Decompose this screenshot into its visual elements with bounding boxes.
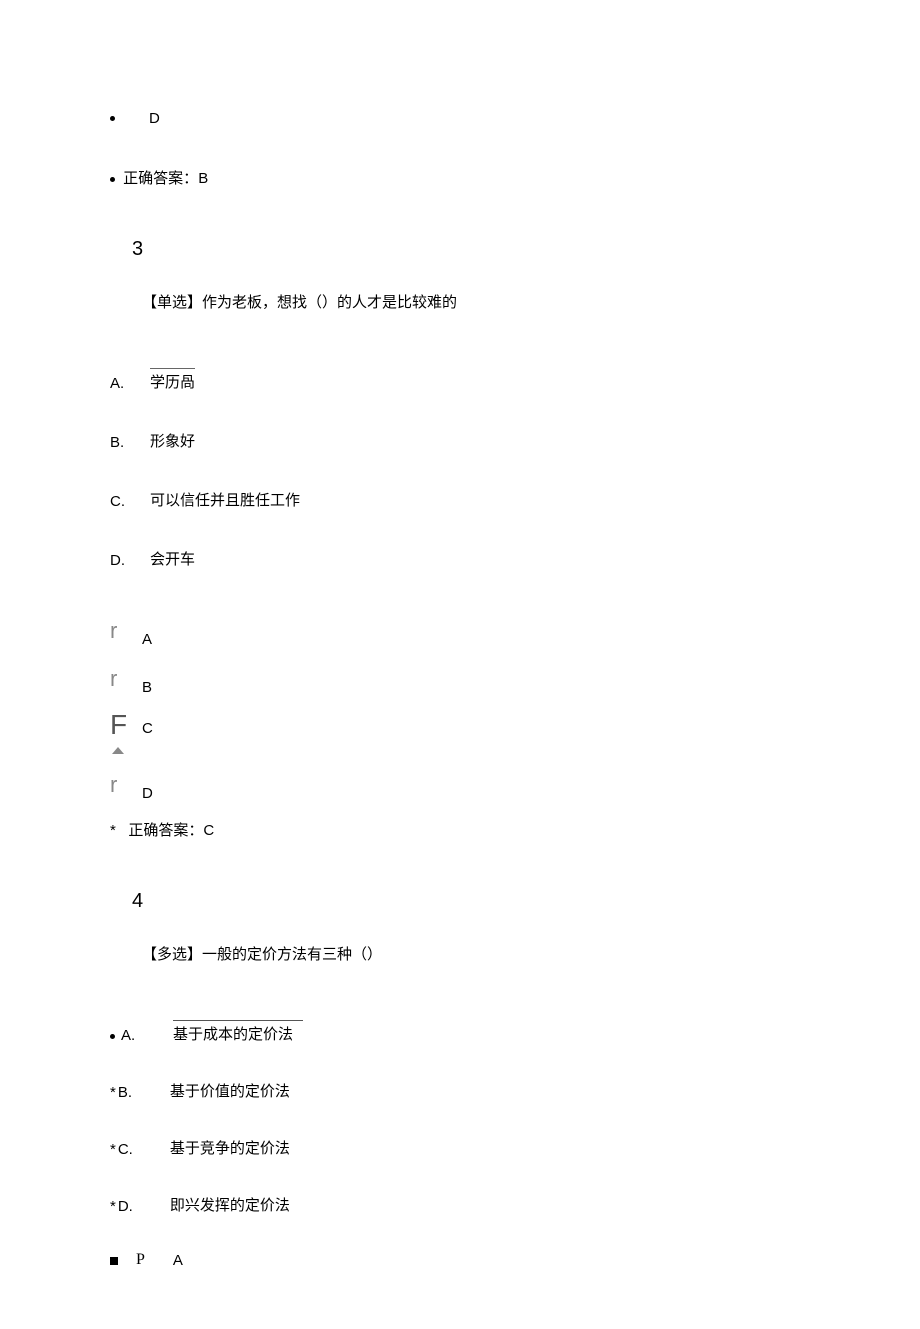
q4-option-c-text: 基于竞争的定价法 bbox=[170, 1137, 290, 1158]
q3-radio-a-row: r A bbox=[110, 607, 820, 655]
q3-answer-prefix: 正确答案： bbox=[128, 822, 203, 839]
q4-option-c-letter: C. bbox=[118, 1141, 170, 1158]
q3-option-a-letter: A. bbox=[110, 375, 150, 392]
q3-radio-group: r A r B F C r D bbox=[110, 607, 820, 809]
radio-icon[interactable]: r bbox=[110, 772, 142, 798]
bullet-icon bbox=[110, 1034, 115, 1039]
q4-option-b-text: 基于价值的定价法 bbox=[170, 1080, 290, 1101]
star-icon: * bbox=[110, 1141, 116, 1158]
q4-option-d-letter: D. bbox=[118, 1198, 170, 1215]
q4-check-marker: P bbox=[136, 1251, 145, 1269]
q4-option-a-text: 基于成本的定价法 bbox=[173, 1020, 303, 1044]
bullet-icon bbox=[110, 177, 115, 182]
q4-check-letter: A bbox=[173, 1252, 183, 1269]
q2-option-d-letter: D bbox=[149, 110, 161, 127]
q3-radio-b: B bbox=[142, 679, 152, 696]
q4-option-b-letter: B. bbox=[118, 1084, 170, 1101]
q3-radio-b-row: r B bbox=[110, 655, 820, 703]
q3-option-c-letter: C. bbox=[110, 493, 150, 510]
q3-option-c-text: 可以信任并且胜任工作 bbox=[150, 489, 300, 510]
q3-option-c: C. 可以信任并且胜任工作 bbox=[110, 489, 820, 510]
q3-option-b: B. 形象好 bbox=[110, 430, 820, 451]
q3-radio-c: C bbox=[142, 720, 153, 737]
q3-option-a: A. 学历咼 bbox=[110, 368, 820, 392]
q3-option-b-letter: B. bbox=[110, 434, 150, 451]
q3-answer-star: * bbox=[110, 822, 116, 839]
q4-option-b: * B. 基于价值的定价法 bbox=[110, 1080, 820, 1101]
star-icon: * bbox=[110, 1084, 116, 1101]
q3-prompt: 【单选】作为老板，想找（）的人才是比较难的 bbox=[142, 291, 820, 312]
q4-number: 4 bbox=[132, 890, 820, 913]
caret-up-icon bbox=[112, 747, 124, 754]
radio-icon[interactable]: r bbox=[110, 618, 142, 644]
q3-option-d-text: 会开车 bbox=[150, 548, 195, 569]
radio-selected-icon[interactable]: F bbox=[110, 709, 142, 741]
q3-number: 3 bbox=[132, 238, 820, 261]
q3-option-b-text: 形象好 bbox=[150, 430, 195, 451]
q2-answer-value: B bbox=[198, 170, 208, 187]
page-container: D 正确答案：B 3 【单选】作为老板，想找（）的人才是比较难的 A. 学历咼 … bbox=[0, 0, 920, 1329]
bullet-icon bbox=[110, 116, 115, 121]
q4-option-d-text: 即兴发挥的定价法 bbox=[170, 1194, 290, 1215]
q3-radio-c-row: F C bbox=[110, 703, 820, 747]
q4-prompt: 【多选】一般的定价方法有三种（） bbox=[142, 943, 820, 964]
q2-correct-answer: 正确答案：B bbox=[110, 167, 820, 188]
q4-option-c: * C. 基于竞争的定价法 bbox=[110, 1137, 820, 1158]
q3-option-d-letter: D. bbox=[110, 552, 150, 569]
checkbox-filled-icon[interactable] bbox=[110, 1257, 118, 1265]
q3-radio-d: D bbox=[142, 785, 153, 802]
radio-icon[interactable]: r bbox=[110, 666, 142, 692]
q3-radio-a: A bbox=[142, 631, 152, 648]
q4-check-a: P A bbox=[110, 1251, 820, 1269]
q2-option-d: D bbox=[110, 110, 820, 127]
q3-option-d: D. 会开车 bbox=[110, 548, 820, 569]
q3-answer-value: C bbox=[203, 822, 214, 839]
q3-radio-d-row: r D bbox=[110, 761, 820, 809]
q4-option-d: * D. 即兴发挥的定价法 bbox=[110, 1194, 820, 1215]
q2-answer-prefix: 正确答案： bbox=[123, 170, 198, 187]
star-icon: * bbox=[110, 1198, 116, 1215]
q4-option-a: A. 基于成本的定价法 bbox=[110, 1020, 820, 1044]
q3-correct-answer: * 正确答案：C bbox=[110, 819, 820, 840]
q4-option-a-letter: A. bbox=[121, 1027, 173, 1044]
q3-option-a-text: 学历咼 bbox=[150, 368, 195, 392]
